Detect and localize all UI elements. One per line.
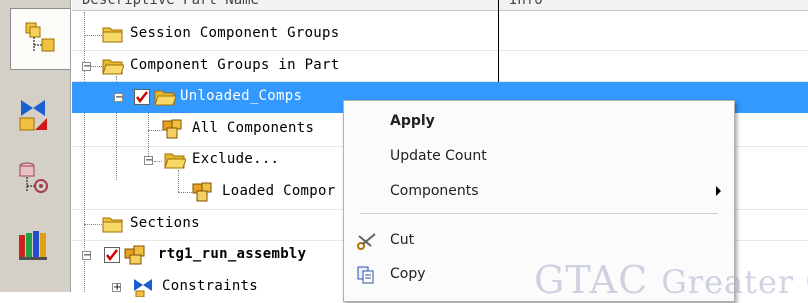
component-group-icon (192, 182, 212, 202)
constraint-navigator-icon (19, 100, 47, 131)
checkbox-checked-icon[interactable] (104, 247, 120, 263)
expand-toggle[interactable]: + (112, 283, 121, 293)
folder-icon (102, 27, 123, 43)
part-navigator-icon (19, 162, 48, 193)
copy-icon (357, 266, 374, 284)
column-header: Descriptive Part Name Info (72, 0, 808, 11)
submenu-arrow-icon (716, 186, 721, 196)
collapse-toggle[interactable]: − (114, 93, 123, 103)
tree-node-label: Exclude... (192, 151, 280, 167)
menu-item-update-count[interactable]: Update Count (344, 141, 734, 173)
tree-node-label: Sections (130, 215, 200, 231)
menu-item-apply[interactable]: Apply (344, 106, 734, 138)
menu-item-label: Components (390, 183, 479, 199)
reuse-library-icon (19, 231, 47, 260)
folder-icon (102, 217, 123, 233)
tree-node-label: Loaded Compor (222, 183, 336, 199)
tree-node-label: Session Component Groups (130, 25, 340, 41)
constraints-icon (134, 279, 152, 297)
tree-node-label: Unloaded_Comps (180, 88, 303, 104)
menu-item-label: Apply (390, 113, 435, 129)
watermark: GTAC Greater C (534, 258, 808, 302)
column-info-header[interactable]: Info (509, 0, 543, 8)
open-folder-icon (154, 90, 176, 106)
tree-node-label: rtg1_run_assembly (158, 246, 307, 262)
menu-separator (360, 213, 718, 214)
tree-node-session-groups[interactable]: Session Component Groups (72, 19, 808, 50)
assembly-navigator-tab[interactable] (10, 8, 70, 70)
collapse-toggle[interactable]: − (144, 156, 153, 166)
open-folder-icon (102, 59, 124, 75)
watermark-tail: Greater C (661, 263, 808, 301)
part-navigator-tab[interactable] (10, 148, 58, 210)
tree-node-label: All Components (192, 120, 315, 136)
watermark-main: GTAC (534, 258, 649, 302)
collapse-toggle[interactable]: − (82, 251, 91, 261)
reuse-library-tab[interactable] (10, 214, 58, 276)
tree-node-label: Component Groups in Part (130, 57, 340, 73)
menu-item-cut[interactable]: Cut (344, 225, 734, 257)
assembly-navigator-icon (25, 22, 54, 52)
assembly-icon (124, 245, 145, 265)
menu-item-label: Update Count (390, 148, 487, 164)
column-name-header[interactable]: Descriptive Part Name (82, 0, 259, 8)
collapse-toggle[interactable]: − (82, 62, 91, 72)
tree-node-groups-in-part[interactable]: − Component Groups in Part (72, 51, 808, 82)
open-folder-icon (164, 153, 186, 169)
component-group-icon (162, 119, 182, 139)
scissors-icon (357, 233, 376, 250)
menu-item-label: Copy (390, 266, 426, 282)
menu-item-components[interactable]: Components (344, 176, 734, 208)
resource-bar (0, 0, 71, 292)
constraint-navigator-tab[interactable] (10, 84, 58, 146)
menu-item-label: Cut (390, 232, 415, 248)
checkbox-checked-icon[interactable] (134, 89, 150, 105)
